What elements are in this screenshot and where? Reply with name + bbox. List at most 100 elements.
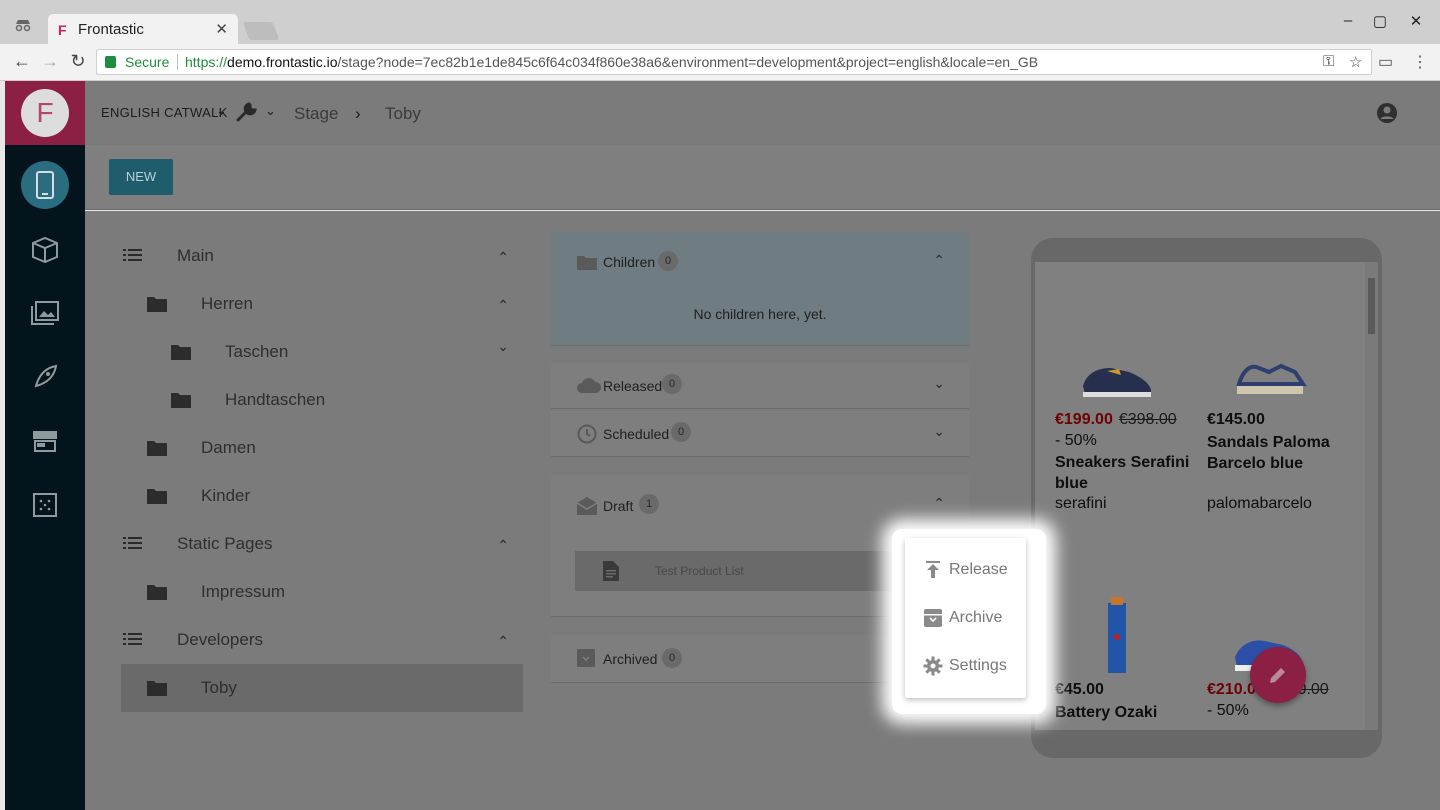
logo-box: F [5,81,85,145]
product-discount: - 50% [1207,702,1249,719]
released-chevron-down-icon[interactable]: ⌄ [933,375,945,392]
list-icon [123,248,143,264]
menu-item-settings[interactable]: Settings [905,642,1026,690]
children-count-badge: 0 [658,251,678,271]
browser-toolbar: ← → ↻ Secure https://demo.frontastic.io/… [0,44,1440,81]
tree-item-label: Static Pages [177,534,273,553]
scheduled-panel[interactable]: Scheduled 0 ⌄ [551,411,969,457]
tree-item[interactable]: Herren ⌃ [121,280,523,328]
browser-tab[interactable]: F Frontastic ✕ [48,14,238,44]
secure-label: Secure [125,54,170,70]
list-icon [123,536,143,552]
tree-item[interactable]: Toby [121,664,523,712]
tree-item[interactable]: Developers ⌃ [121,616,523,664]
archived-count-badge: 0 [662,648,682,668]
folder-icon [147,488,167,504]
preview-scrollbar[interactable] [1365,262,1378,730]
new-button[interactable]: NEW [109,159,173,195]
publish-icon [923,560,943,580]
star-icon[interactable]: ☆ [1349,53,1362,71]
tree-item-label: Developers [177,630,263,649]
nav-store-icon[interactable] [21,417,69,465]
draft-item[interactable]: Test Product List [575,551,945,591]
tree-item[interactable]: Kinder [121,472,523,520]
children-chevron-up-icon[interactable]: ⌃ [933,252,945,269]
archived-title: Archived [603,651,658,667]
frontastic-favicon-icon: F [58,22,67,38]
folder-icon [577,254,597,272]
menu-item-release[interactable]: Release [905,546,1026,594]
wrench-icon[interactable] [235,101,259,128]
app-topbar: ENGLISH CATWALK ⌄ ⌄ Stage › Toby [85,81,1440,145]
scheduled-chevron-down-icon[interactable]: ⌄ [933,423,945,440]
address-bar[interactable]: Secure https://demo.frontastic.io/stage?… [96,49,1372,75]
archive-icon [923,608,943,628]
url-text: https://demo.frontastic.io/stage?node=7e… [185,54,1038,70]
back-icon[interactable]: ← [12,51,32,72]
content-area: Main ⌃ Herren ⌃ Taschen ⌄ Handtaschen Damen Kind… [85,211,1440,810]
maximize-icon[interactable]: ▢ [1370,12,1390,30]
menu-icon[interactable]: ⋮ [1412,52,1428,72]
tree-item[interactable]: Taschen ⌄ [121,328,523,376]
released-panel[interactable]: Released 0 ⌄ [551,363,969,409]
drafts-icon [576,497,598,515]
draft-chevron-up-icon[interactable]: ⌃ [933,495,945,512]
tree-item-label: Herren [201,294,253,313]
chevron-up-icon[interactable]: ⌃ [497,249,509,266]
reload-icon[interactable]: ↻ [68,51,88,72]
window-close-icon[interactable]: ✕ [1406,12,1426,30]
browser-titlebar: F Frontastic ✕ – ▢ ✕ [0,0,1440,44]
minimize-icon[interactable]: – [1338,12,1358,29]
chevron-down-icon[interactable]: ⌄ [497,338,509,355]
user-account-icon[interactable] [1376,102,1398,124]
product-name: Sneakers Serafini blue [1055,454,1190,492]
url-separator [177,54,178,70]
tree-item[interactable]: Impressum [121,568,523,616]
product-card[interactable]: €199.00 €398.00 - 50% Sneakers Serafini b… [1055,342,1200,542]
action-bar: NEW [85,145,1440,210]
new-tab-button[interactable] [242,22,280,40]
frontastic-logo-icon[interactable]: F [21,89,69,137]
product-price-row: €145.00 [1207,411,1265,429]
tab-close-icon[interactable]: ✕ [215,20,228,38]
key-icon[interactable]: ⚿ [1323,53,1334,70]
chevron-up-icon[interactable]: ⌃ [497,633,509,650]
product-old-price: €398.00 [1118,411,1177,428]
cast-icon[interactable]: ▭ [1378,52,1393,72]
nav-rocket-icon[interactable] [21,353,69,401]
url-scheme: https:// [185,54,228,70]
scheduled-title: Scheduled [603,426,670,442]
tree-item[interactable]: Damen [121,424,523,472]
preview-scroll-thumb[interactable] [1368,278,1375,334]
tools-chevron-down-icon[interactable]: ⌄ [265,103,276,119]
product-card[interactable]: €45.00 Battery Ozaki [1055,597,1200,730]
menu-item-archive[interactable]: Archive [905,594,1026,642]
lock-icon [105,56,116,68]
product-card[interactable]: €145.00 Sandals Paloma Barcelo blue palo… [1207,342,1352,542]
breadcrumb-chevron-icon: › [355,104,361,123]
chevron-up-icon[interactable]: ⌃ [497,537,509,554]
breadcrumb-stage[interactable]: Stage [294,104,338,124]
project-chevron-down-icon[interactable]: ⌄ [216,103,227,119]
menu-release-label: Release [949,561,1008,578]
nav-stage-device-icon[interactable] [21,161,69,209]
tree-item[interactable]: Handtaschen [121,376,523,424]
tree-item-label: Toby [201,678,237,697]
nav-components-icon[interactable] [21,225,69,273]
folder-icon [147,584,167,600]
tree-item[interactable]: Main ⌃ [121,232,523,280]
nav-grid-icon[interactable] [21,481,69,529]
product-brand: palomabarcelo [1207,495,1312,512]
draft-title: Draft [603,498,634,514]
product-price: €45.00 [1055,681,1104,698]
app: F ENGLISH CATWALK ⌄ ⌄ Stage › Toby NEW M… [0,81,1440,810]
nav-media-icon[interactable] [21,289,69,337]
project-selector[interactable]: ENGLISH CATWALK [101,105,228,120]
chevron-up-icon[interactable]: ⌃ [497,297,509,314]
tree-item[interactable]: Static Pages ⌃ [121,520,523,568]
draft-item-label: Test Product List [655,564,744,578]
forward-icon[interactable]: → [40,51,60,72]
battery-toy-image [1108,597,1126,673]
edit-fab-button[interactable] [1250,647,1306,703]
folder-icon [147,296,167,312]
